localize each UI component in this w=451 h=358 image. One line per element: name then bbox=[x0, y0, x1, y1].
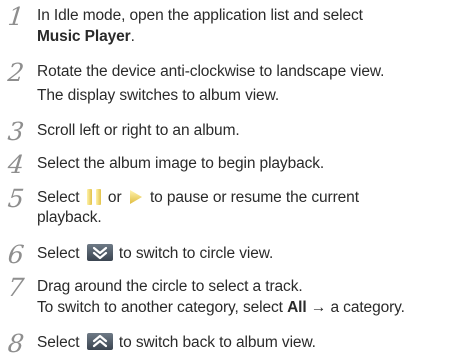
step-text: Select to switch to circle view. bbox=[37, 244, 273, 264]
step-text: Rotate the device anti-clockwise to land… bbox=[37, 63, 385, 80]
step-number: 3 bbox=[6, 117, 26, 146]
step-text: Music Player. bbox=[37, 27, 135, 47]
pause-icon bbox=[86, 188, 101, 205]
step-text-main: To switch to another category, select bbox=[37, 299, 283, 316]
play-icon bbox=[129, 189, 142, 204]
step-text: Drag around the circle to select a track… bbox=[37, 278, 303, 295]
step-number: 6 bbox=[6, 240, 26, 269]
step-number: 4 bbox=[6, 150, 26, 179]
category-all: All bbox=[287, 299, 307, 316]
app-name-music-player: Music Player bbox=[37, 28, 131, 45]
step-text: Scroll left or right to an album. bbox=[37, 122, 240, 139]
step-number: 1 bbox=[6, 2, 26, 31]
step-number: 2 bbox=[6, 58, 26, 87]
step-text: To switch to another category, select Al… bbox=[37, 298, 405, 318]
step-text-period: . bbox=[130, 28, 135, 45]
arrow-right-icon: → bbox=[310, 299, 327, 316]
step-text-main: to switch back to album view. bbox=[118, 334, 316, 351]
step-text-main: Select bbox=[37, 245, 80, 262]
chevron-down-icon bbox=[86, 244, 113, 262]
step-text: Select to switch back to album view. bbox=[37, 333, 316, 353]
step-number: 5 bbox=[6, 184, 26, 213]
step-text-main: to pause or resume the current bbox=[149, 189, 359, 206]
step-text-main: Select bbox=[37, 189, 80, 206]
step-number: 7 bbox=[6, 273, 26, 302]
step-text-main: In Idle mode, open the application list … bbox=[37, 7, 363, 24]
step-text: In Idle mode, open the application list … bbox=[37, 6, 363, 26]
step-number: 8 bbox=[6, 329, 26, 358]
instruction-steps: 1 In Idle mode, open the application lis… bbox=[0, 0, 451, 358]
step-text: Select or to pause or resume the current bbox=[37, 188, 359, 208]
step-text-main: to switch to circle view. bbox=[118, 245, 274, 262]
step-text: playback. bbox=[37, 209, 102, 226]
step-text: The display switches to album view. bbox=[37, 87, 280, 104]
step-text: Select the album image to begin playback… bbox=[37, 155, 325, 172]
step-text-or: or bbox=[107, 189, 122, 206]
chevron-up-icon bbox=[86, 333, 113, 351]
step-text-main: a category. bbox=[330, 299, 405, 316]
step-text-main: Select bbox=[37, 334, 80, 351]
